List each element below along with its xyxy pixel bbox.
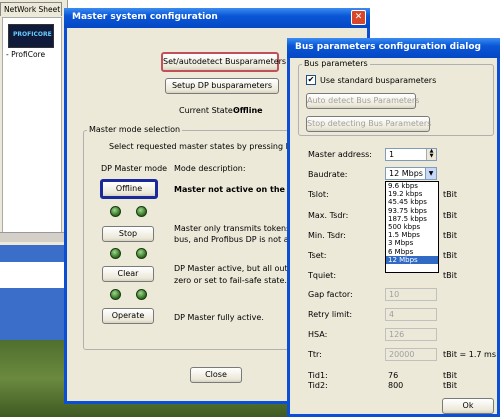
- min-tsdr-unit: tBit: [443, 231, 457, 240]
- bus-params-group-label: Bus parameters: [302, 59, 370, 68]
- tid2-value: 800: [388, 381, 404, 390]
- gap-factor-field[interactable]: 10: [385, 288, 437, 301]
- baudrate-dropdown-list[interactable]: 9.6 kbps 19.2 kbps 45.45 kbps 93.75 kbps 187…: [385, 181, 439, 273]
- current-state-value: Offline: [233, 106, 263, 115]
- current-state-label: Current State :: [179, 106, 239, 115]
- close-button[interactable]: Close: [190, 367, 242, 383]
- status-led-icon: [110, 289, 121, 300]
- bus-dialog-title: Bus parameters configuration dialog: [295, 42, 481, 52]
- hsa-label: HSA:: [308, 330, 328, 339]
- ttr-label: Ttr:: [308, 350, 322, 359]
- max-tsdr-label: Max. Tsdr:: [308, 211, 349, 220]
- master-address-label: Master address:: [308, 150, 372, 159]
- tid1-value: 76: [388, 371, 399, 380]
- gap-factor-label: Gap factor:: [308, 290, 353, 299]
- spinner-icon[interactable]: ▲ ▼: [426, 149, 436, 160]
- col-mode-description: Mode description:: [174, 164, 246, 173]
- device-label: - ProfiCore: [6, 50, 46, 59]
- horizontal-scrollbar[interactable]: [0, 232, 65, 242]
- operate-description: DP Master fully active.: [174, 313, 264, 322]
- ttr-unit: tBit = 1.7 ms: [443, 350, 496, 359]
- tid1-label: Tid1:: [308, 371, 328, 380]
- baudrate-option[interactable]: 500 kbps: [386, 223, 438, 231]
- hsa-field[interactable]: 126: [385, 328, 437, 341]
- baudrate-option[interactable]: 9.6 kbps: [386, 182, 438, 190]
- master-dialog-titlebar[interactable]: Master system configuration ✕: [64, 8, 370, 28]
- min-tsdr-label: Min. Tsdr:: [308, 231, 346, 240]
- ok-button[interactable]: Ok: [442, 398, 494, 414]
- bus-dialog-titlebar[interactable]: Bus parameters configuration dialog: [287, 38, 500, 58]
- offline-button[interactable]: Offline: [100, 179, 158, 199]
- baudrate-option[interactable]: 3 Mbps: [386, 239, 438, 247]
- baudrate-label: Baudrate:: [308, 170, 348, 179]
- clear-button[interactable]: Clear: [102, 266, 154, 282]
- close-icon[interactable]: ✕: [351, 10, 366, 25]
- use-standard-label: Use standard busparameters: [320, 76, 437, 85]
- max-tsdr-unit: tBit: [443, 211, 457, 220]
- tslot-label: Tslot:: [308, 190, 329, 199]
- retry-limit-label: Retry limit:: [308, 310, 353, 319]
- tquiet-label: Tquiet:: [308, 271, 337, 280]
- baudrate-option[interactable]: 12 Mbps: [386, 255, 438, 264]
- status-led-icon: [136, 248, 147, 259]
- col-dp-master-mode: DP Master mode: [101, 164, 168, 173]
- auto-detect-button[interactable]: Auto detect Bus Parameters: [306, 93, 419, 109]
- baudrate-select[interactable]: 12 Mbps ▼: [385, 167, 437, 180]
- master-mode-group-label: Master mode selection: [87, 125, 183, 134]
- baudrate-option[interactable]: 19.2 kbps: [386, 190, 438, 198]
- tid2-label: Tid2:: [308, 381, 328, 390]
- chevron-down-icon[interactable]: ▼: [425, 168, 436, 179]
- proficore-device-icon[interactable]: PROFICORE: [8, 24, 54, 48]
- status-led-icon: [110, 206, 121, 217]
- status-led-icon: [136, 206, 147, 217]
- retry-limit-field[interactable]: 4: [385, 308, 437, 321]
- use-standard-checkbox[interactable]: ✔: [306, 75, 316, 85]
- background-panel-white: [0, 262, 65, 288]
- baudrate-option[interactable]: 6 Mbps: [386, 248, 438, 256]
- tslot-unit: tBit: [443, 190, 457, 199]
- setup-dp-button[interactable]: Setup DP busparameters: [165, 78, 279, 94]
- status-led-icon: [110, 248, 121, 259]
- set-autodetect-button[interactable]: Set/autodetect Busparameters: [161, 52, 286, 72]
- baudrate-option[interactable]: 187.5 kbps: [386, 215, 438, 223]
- master-dialog-title: Master system configuration: [72, 12, 218, 22]
- baudrate-option[interactable]: 1.5 Mbps: [386, 231, 438, 239]
- status-led-icon: [136, 289, 147, 300]
- baudrate-option[interactable]: 45.45 kbps: [386, 198, 438, 206]
- stop-detecting-button[interactable]: Stop detecting Bus Parameters: [306, 116, 431, 132]
- device-logo-text: PROFICORE: [13, 31, 52, 38]
- stop-button[interactable]: Stop: [102, 226, 154, 242]
- bus-params-dialog: Bus parameters configuration dialog Bus …: [287, 38, 500, 417]
- tab-network-sheet[interactable]: NetWork Sheet: [0, 2, 62, 16]
- master-address-field[interactable]: 1 ▲ ▼: [385, 148, 437, 161]
- ttr-field[interactable]: 20000: [385, 348, 437, 361]
- tid1-unit: tBit: [443, 371, 457, 380]
- clear-description-line2: zero or set to fail-safe state.: [174, 276, 287, 285]
- tid2-unit: tBit: [443, 381, 457, 390]
- tquiet-unit: tBit: [443, 271, 457, 280]
- tset-label: Tset:: [308, 251, 327, 260]
- operate-button[interactable]: Operate: [102, 308, 154, 324]
- baudrate-option[interactable]: 93.75 kbps: [386, 207, 438, 215]
- tset-unit: tBit: [443, 251, 457, 260]
